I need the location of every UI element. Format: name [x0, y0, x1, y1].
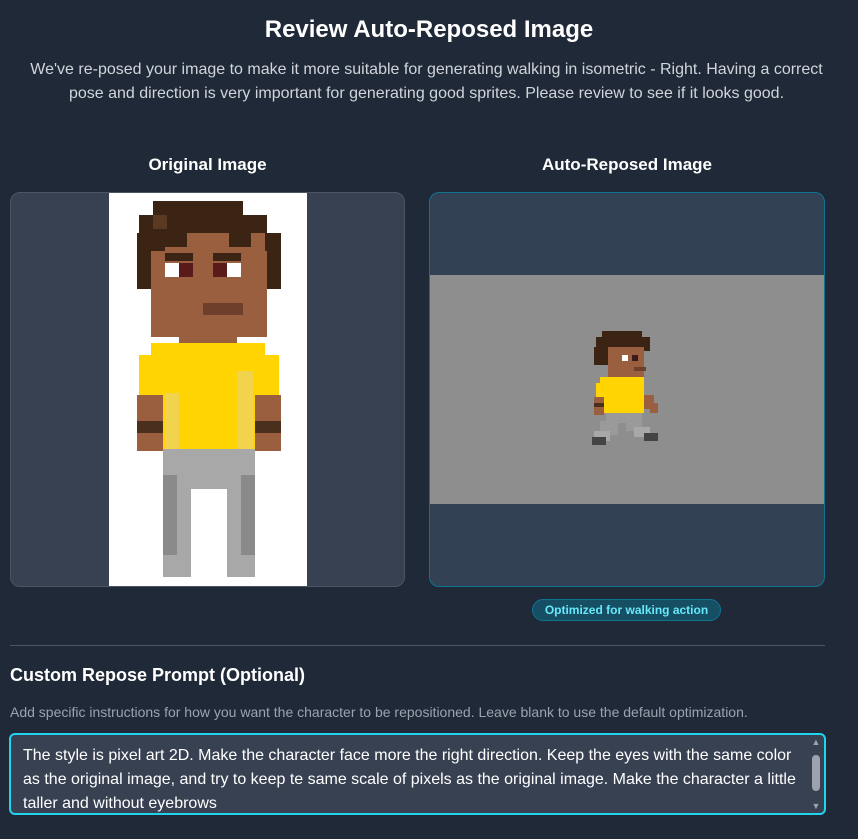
original-image-label: Original Image [148, 155, 267, 174]
original-image [109, 193, 307, 586]
custom-prompt-textarea[interactable]: The style is pixel art 2D. Make the char… [9, 733, 826, 815]
reposed-character-sprite [592, 331, 658, 445]
scroll-up-arrow-icon[interactable]: ▲ [811, 737, 821, 747]
optimized-badge: Optimized for walking action [532, 599, 721, 621]
page-title: Review Auto-Reposed Image [264, 16, 594, 43]
reposed-image-panel [429, 192, 825, 587]
reposed-image-label: Auto-Reposed Image [541, 155, 713, 174]
textarea-scrollbar[interactable]: ▲ ▼ [810, 737, 822, 811]
scroll-thumb[interactable] [812, 755, 820, 791]
custom-prompt-helper: Add specific instructions for how you wa… [10, 704, 748, 720]
original-image-panel [10, 192, 405, 587]
section-divider [10, 645, 825, 646]
custom-prompt-title: Custom Repose Prompt (Optional) [10, 665, 306, 685]
scroll-down-arrow-icon[interactable]: ▼ [811, 801, 821, 811]
custom-prompt-text: The style is pixel art 2D. Make the char… [23, 747, 796, 812]
reposed-image [430, 275, 824, 504]
original-character-sprite [137, 201, 281, 577]
page-description: We've re-posed your image to make it mor… [30, 61, 823, 102]
